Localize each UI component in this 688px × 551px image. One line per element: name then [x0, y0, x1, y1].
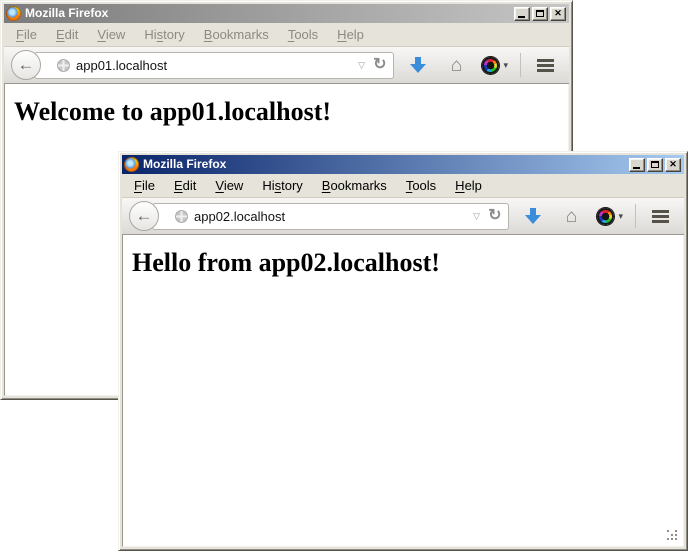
titlebar[interactable]: Mozilla Firefox ✕	[4, 4, 569, 23]
hamburger-icon	[652, 210, 669, 223]
page-heading: Welcome to app01.localhost!	[14, 97, 568, 127]
reload-icon[interactable]: ↻	[488, 208, 501, 224]
menu-file[interactable]: File	[126, 176, 163, 195]
menu-view[interactable]: View	[89, 25, 133, 44]
home-icon: ⌂	[451, 56, 462, 75]
minimize-icon	[633, 167, 640, 169]
maximize-button[interactable]	[647, 158, 663, 172]
download-button[interactable]	[404, 50, 432, 80]
page-content: Hello from app02.localhost!	[122, 235, 684, 547]
page-heading: Hello from app02.localhost!	[132, 248, 683, 278]
menu-tools[interactable]: Tools	[398, 176, 444, 195]
hamburger-icon	[537, 59, 554, 72]
menu-tools[interactable]: Tools	[280, 25, 326, 44]
maximize-button[interactable]	[532, 7, 548, 21]
download-button[interactable]	[519, 201, 547, 231]
home-icon: ⌂	[566, 207, 577, 226]
navigation-toolbar: ← app01.localhost ▽ ↻ ⌂ ▾	[4, 46, 569, 84]
toolbar-separator	[520, 53, 521, 77]
close-icon: ✕	[554, 9, 562, 18]
extension-button[interactable]: ▾	[595, 201, 625, 231]
menubar: File Edit View History Bookmarks Tools H…	[4, 23, 569, 46]
back-button[interactable]: ←	[129, 201, 159, 231]
close-button[interactable]: ✕	[665, 158, 681, 172]
caret-down-icon: ▾	[618, 212, 623, 221]
back-button[interactable]: ←	[11, 50, 41, 80]
menu-history[interactable]: History	[136, 25, 192, 44]
url-dropdown-icon[interactable]: ▽	[358, 61, 365, 70]
menu-help[interactable]: Help	[447, 176, 490, 195]
url-dropdown-icon[interactable]: ▽	[473, 212, 480, 221]
menu-button[interactable]	[646, 201, 674, 231]
url-text[interactable]: app01.localhost	[76, 58, 358, 73]
menu-edit[interactable]: Edit	[48, 25, 86, 44]
color-wheel-icon	[482, 57, 499, 74]
menubar: File Edit View History Bookmarks Tools H…	[122, 174, 684, 197]
minimize-button[interactable]	[514, 7, 530, 21]
url-text[interactable]: app02.localhost	[194, 209, 473, 224]
window-controls: ✕	[629, 158, 681, 172]
minimize-button[interactable]	[629, 158, 645, 172]
download-arrow-icon	[525, 215, 541, 224]
close-button[interactable]: ✕	[550, 7, 566, 21]
menu-bookmarks[interactable]: Bookmarks	[314, 176, 395, 195]
extension-button[interactable]: ▾	[480, 50, 510, 80]
url-bar[interactable]: app02.localhost ▽ ↻	[152, 203, 509, 230]
window-title: Mozilla Firefox	[143, 155, 625, 174]
toolbar-separator	[635, 204, 636, 228]
close-icon: ✕	[669, 160, 677, 169]
navigation-toolbar: ← app02.localhost ▽ ↻ ⌂ ▾	[122, 197, 684, 235]
url-bar[interactable]: app01.localhost ▽ ↻	[34, 52, 394, 79]
menu-bookmarks[interactable]: Bookmarks	[196, 25, 277, 44]
home-button[interactable]: ⌂	[557, 201, 585, 231]
reload-icon[interactable]: ↻	[373, 57, 386, 73]
firefox-icon	[124, 157, 139, 172]
menu-button[interactable]	[531, 50, 559, 80]
home-button[interactable]: ⌂	[442, 50, 470, 80]
window-controls: ✕	[514, 7, 566, 21]
resize-grip[interactable]	[667, 530, 681, 544]
menu-file[interactable]: File	[8, 25, 45, 44]
maximize-icon	[651, 161, 659, 168]
firefox-icon	[6, 6, 21, 21]
minimize-icon	[518, 16, 525, 18]
globe-icon	[175, 210, 188, 223]
titlebar[interactable]: Mozilla Firefox ✕	[122, 155, 684, 174]
globe-icon	[57, 59, 70, 72]
maximize-icon	[536, 10, 544, 17]
menu-history[interactable]: History	[254, 176, 310, 195]
firefox-window-app02: Mozilla Firefox ✕ File Edit View History…	[118, 151, 688, 551]
back-arrow-icon: ←	[136, 207, 153, 224]
window-title: Mozilla Firefox	[25, 4, 510, 23]
menu-edit[interactable]: Edit	[166, 176, 204, 195]
caret-down-icon: ▾	[503, 61, 508, 70]
menu-view[interactable]: View	[207, 176, 251, 195]
color-wheel-icon	[597, 208, 614, 225]
download-arrow-icon	[410, 64, 426, 73]
menu-help[interactable]: Help	[329, 25, 372, 44]
back-arrow-icon: ←	[18, 56, 35, 73]
